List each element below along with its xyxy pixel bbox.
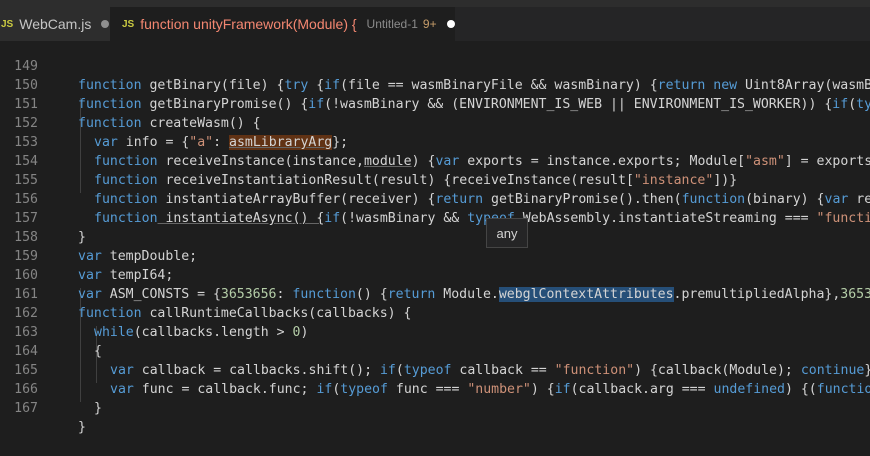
code-line: 167 } [0, 380, 870, 435]
code-line: 155 function instantiateArrayBuffer(rece… [0, 152, 870, 207]
code-line: 165 var func = callback.func; if(typeof … [0, 342, 870, 397]
code-line: 149 function getBinary(file) {try {if(fi… [0, 38, 870, 93]
code-line: 153 function receiveInstance(instance,mo… [0, 114, 870, 169]
code-line: 151 function createWasm() { [0, 76, 870, 131]
code-line: 156 function instantiateAsync() {if(!was… [0, 171, 870, 226]
title-strip [0, 0, 870, 7]
code-line: 160 var ASM_CONSTS = {3653656: function(… [0, 247, 870, 302]
problems-count-badge: 9+ [422, 17, 437, 31]
tab-description: Untitled-1 [366, 17, 418, 31]
code-line: 161 function callRuntimeCallbacks(callba… [0, 266, 870, 321]
code-line: 164 var callback = callbacks.shift(); if… [0, 323, 870, 378]
code-line: 166 } [0, 361, 870, 416]
code-line: 154 function receiveInstantiationResult(… [0, 133, 870, 188]
line-number: 167 [14, 401, 38, 416]
tab-label: function unityFramework(Module) { [140, 16, 357, 32]
code-line: 158 var tempDouble; [0, 209, 870, 264]
code-line: 162 while(callbacks.length > 0) [0, 285, 870, 340]
code-line: 159 var tempI64; [0, 228, 870, 283]
unsaved-dot-icon[interactable] [101, 20, 110, 28]
javascript-file-icon: JS [1, 18, 14, 30]
javascript-file-icon: JS [122, 18, 135, 30]
code-line: 163 { [0, 304, 870, 359]
code-text: } [78, 420, 86, 435]
unsaved-dot-icon[interactable] [446, 20, 455, 28]
code-editor[interactable]: 149 function getBinary(file) {try {if(fi… [0, 38, 870, 435]
tab-webcam-js[interactable]: JS WebCam.js [0, 7, 110, 41]
hover-tooltip: any [486, 218, 528, 248]
editor-tab-bar: JS WebCam.js JS function unityFramework(… [0, 0, 870, 41]
tab-untitled-1[interactable]: JS function unityFramework(Module) { Unt… [110, 7, 455, 41]
code-line: 150 function getBinaryPromise() {if(!was… [0, 57, 870, 112]
code-line: 152 var info = {"a": asmLibraryArg}; [0, 95, 870, 150]
code-text: } [94, 401, 102, 416]
code-line: 157 } [0, 190, 870, 245]
tab-label: WebCam.js [19, 16, 92, 32]
